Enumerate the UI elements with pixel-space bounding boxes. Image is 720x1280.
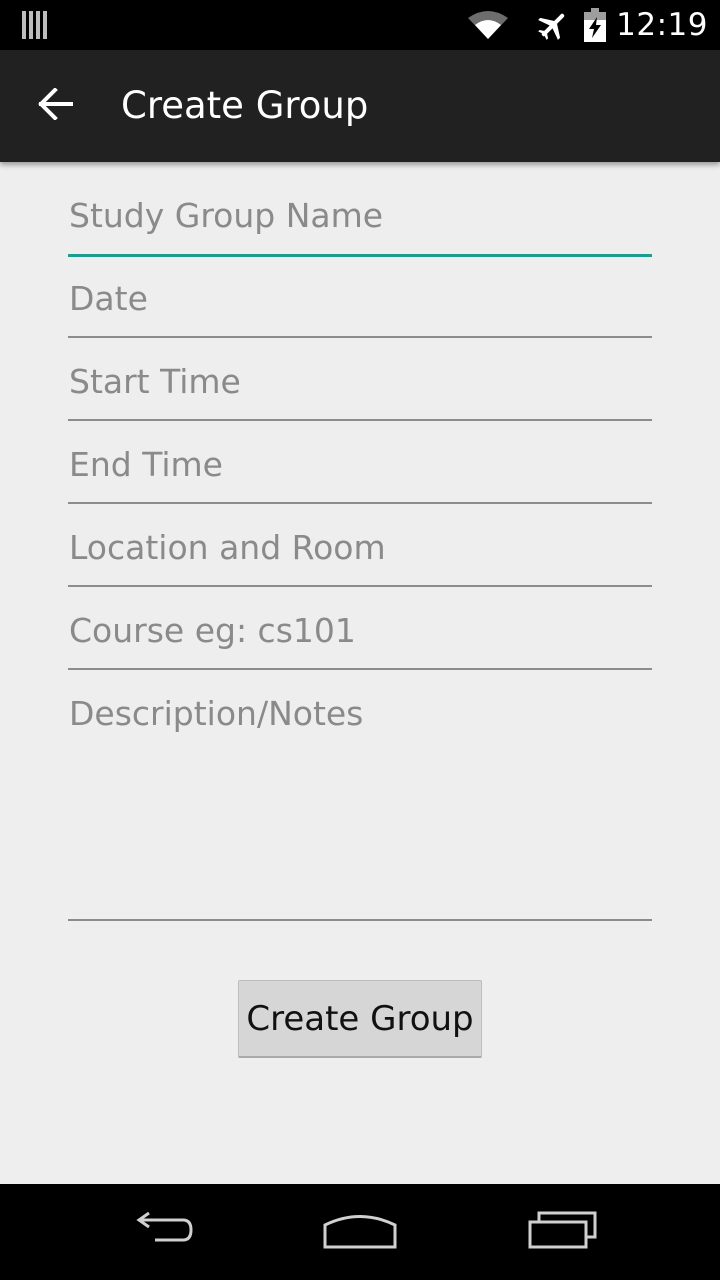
app-bar: Create Group	[0, 50, 720, 162]
date-placeholder: Date	[69, 279, 148, 318]
date-field[interactable]: Date	[68, 272, 652, 338]
status-time: 12:19	[616, 7, 708, 43]
back-nav-icon	[125, 1210, 195, 1254]
arrow-back-icon	[38, 87, 74, 124]
page-title: Create Group	[121, 84, 369, 127]
study-group-name-field[interactable]: Study Group Name	[68, 190, 652, 257]
course-field[interactable]: Course eg: cs101	[68, 604, 652, 670]
end-time-placeholder: End Time	[69, 445, 223, 484]
start-time-placeholder: Start Time	[69, 362, 241, 401]
wifi-icon	[468, 10, 509, 40]
description-field[interactable]: Description/Notes	[68, 687, 652, 921]
status-bar: 12:19	[0, 0, 720, 50]
start-time-field[interactable]: Start Time	[68, 355, 652, 421]
back-button[interactable]	[30, 80, 82, 132]
home-nav-button[interactable]	[315, 1202, 405, 1262]
airplane-icon	[536, 8, 570, 42]
battery-charging-icon	[584, 8, 607, 42]
create-group-button[interactable]: Create Group	[238, 980, 482, 1058]
system-nav-bar	[0, 1184, 720, 1280]
notification-bars-icon	[22, 11, 48, 43]
recents-nav-button[interactable]	[518, 1202, 608, 1262]
location-placeholder: Location and Room	[69, 528, 386, 567]
end-time-field[interactable]: End Time	[68, 438, 652, 504]
home-nav-icon	[322, 1210, 398, 1254]
study-group-name-placeholder: Study Group Name	[69, 196, 384, 235]
description-placeholder: Description/Notes	[69, 694, 364, 733]
location-field[interactable]: Location and Room	[68, 521, 652, 587]
back-nav-button[interactable]	[115, 1202, 205, 1262]
recents-nav-icon	[527, 1210, 599, 1254]
course-placeholder: Course eg: cs101	[69, 611, 356, 650]
